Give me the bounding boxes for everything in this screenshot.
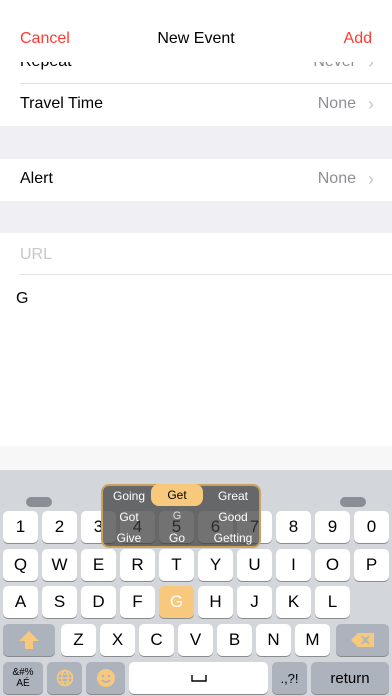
- key-s[interactable]: S: [42, 586, 77, 618]
- url-notes-section: URL G: [0, 233, 392, 470]
- key-o[interactable]: O: [315, 549, 350, 581]
- emoji-icon: [96, 669, 115, 687]
- key-h[interactable]: H: [198, 586, 233, 618]
- return-key[interactable]: return: [311, 662, 389, 694]
- key-w[interactable]: W: [42, 549, 77, 581]
- key-u[interactable]: U: [237, 549, 272, 581]
- suggestion-going[interactable]: Going: [103, 489, 155, 503]
- suggestion-get-selected[interactable]: Get: [151, 484, 203, 506]
- key-0[interactable]: 0: [354, 511, 389, 543]
- keyboard-accessory-area: [0, 446, 392, 470]
- alert-row[interactable]: Alert None ›: [0, 159, 392, 201]
- travel-time-value: None: [317, 95, 356, 112]
- emoji-key[interactable]: [86, 662, 125, 694]
- backspace-icon: [350, 633, 374, 647]
- url-field[interactable]: URL: [20, 246, 52, 264]
- key-e[interactable]: E: [81, 549, 116, 581]
- word-suggestion-popup: Going Get Great Got G Good Give Go Getti…: [101, 484, 261, 548]
- key-f[interactable]: F: [120, 586, 155, 618]
- navigation-bar: Cancel New Event Add: [0, 0, 392, 62]
- alert-label: Alert: [20, 170, 53, 187]
- key-8[interactable]: 8: [276, 511, 311, 543]
- space-key[interactable]: [129, 662, 268, 694]
- key-g-highlighted[interactable]: G: [159, 586, 194, 618]
- key-j[interactable]: J: [237, 586, 272, 618]
- key-9[interactable]: 9: [315, 511, 350, 543]
- event-form: Repeat Never › Travel Time None › Alert …: [0, 0, 392, 470]
- divider: [20, 274, 392, 275]
- suggestion-go[interactable]: Go: [151, 531, 203, 545]
- key-t[interactable]: T: [159, 549, 194, 581]
- key-l[interactable]: L: [315, 586, 350, 618]
- delete-key[interactable]: [336, 624, 389, 656]
- suggestion-great[interactable]: Great: [207, 489, 259, 503]
- key-n[interactable]: N: [256, 624, 291, 656]
- key-m[interactable]: M: [295, 624, 330, 656]
- key-a[interactable]: A: [3, 586, 38, 618]
- page-title: New Event: [157, 30, 235, 47]
- key-r[interactable]: R: [120, 549, 155, 581]
- suggestion-g[interactable]: G: [151, 510, 203, 522]
- key-c[interactable]: C: [139, 624, 174, 656]
- chevron-right-icon: ›: [368, 169, 374, 189]
- travel-time-label: Travel Time: [20, 95, 103, 112]
- key-y[interactable]: Y: [198, 549, 233, 581]
- suggestion-got[interactable]: Got: [103, 510, 155, 524]
- add-button[interactable]: Add: [344, 30, 372, 48]
- globe-key[interactable]: [47, 662, 82, 694]
- shift-key[interactable]: [3, 624, 55, 656]
- key-v[interactable]: V: [178, 624, 213, 656]
- key-d[interactable]: D: [81, 586, 116, 618]
- key-p[interactable]: P: [354, 549, 389, 581]
- suggestion-good[interactable]: Good: [207, 510, 259, 524]
- suggestion-getting[interactable]: Getting: [207, 531, 259, 545]
- shift-arrow-icon: [19, 631, 39, 649]
- swipe-bar-right[interactable]: [340, 497, 366, 507]
- key-1[interactable]: 1: [3, 511, 38, 543]
- punctuation-key[interactable]: .,?!: [272, 662, 307, 694]
- key-i[interactable]: I: [276, 549, 311, 581]
- chevron-right-icon: ›: [368, 94, 374, 114]
- space-icon: [190, 675, 207, 682]
- notes-field[interactable]: G: [16, 290, 28, 308]
- alert-value: None: [317, 170, 356, 187]
- travel-time-row[interactable]: Travel Time None ›: [0, 84, 392, 126]
- symbols-key[interactable]: &#% AÉ: [3, 662, 43, 694]
- suggestion-give[interactable]: Give: [103, 531, 155, 545]
- key-q[interactable]: Q: [3, 549, 38, 581]
- key-2[interactable]: 2: [42, 511, 77, 543]
- key-x[interactable]: X: [100, 624, 135, 656]
- key-b[interactable]: B: [217, 624, 252, 656]
- key-k[interactable]: K: [276, 586, 311, 618]
- swipe-bar-left[interactable]: [26, 497, 52, 507]
- key-z[interactable]: Z: [61, 624, 96, 656]
- globe-icon: [56, 669, 73, 687]
